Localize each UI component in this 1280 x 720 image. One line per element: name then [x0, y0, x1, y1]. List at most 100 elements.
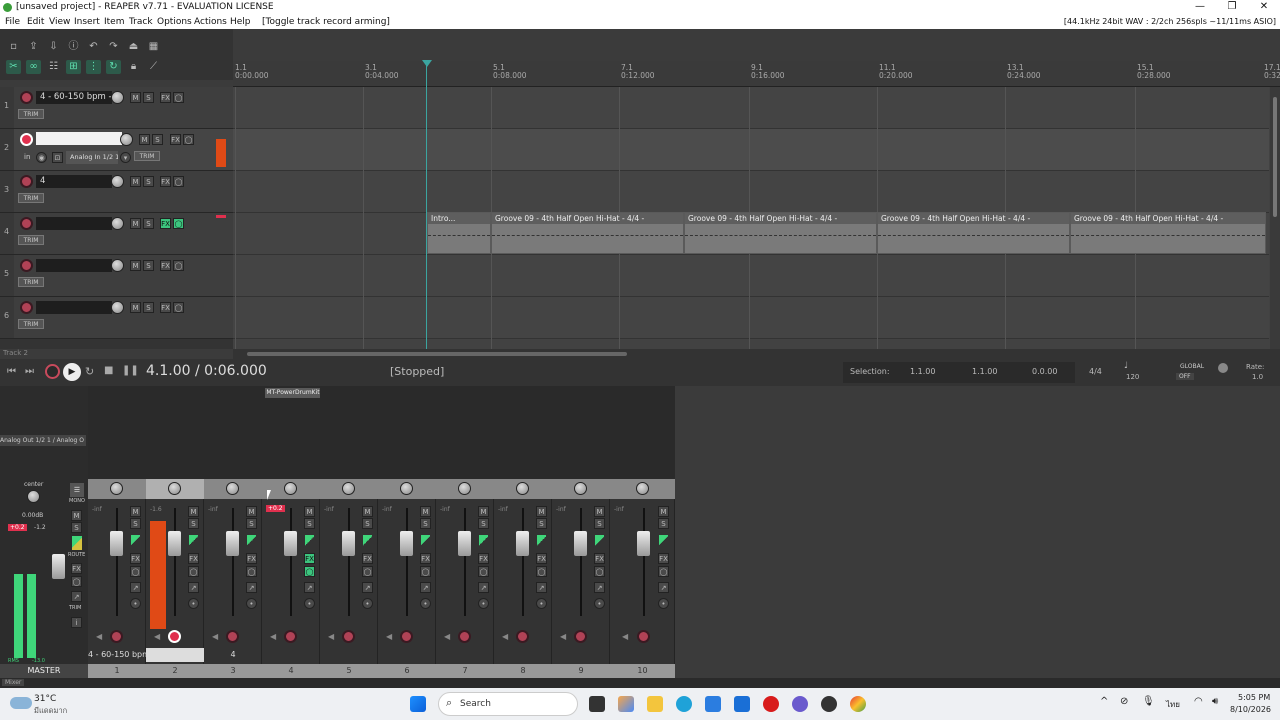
phase-icon[interactable]: •: [658, 598, 669, 609]
menu-actions[interactable]: Actions: [194, 17, 227, 27]
fx-button[interactable]: FX: [160, 218, 171, 229]
route-button[interactable]: ROUTE: [68, 552, 85, 558]
env-icon[interactable]: ↗: [478, 582, 489, 593]
store-icon[interactable]: [705, 696, 721, 712]
time-display[interactable]: 4.1.00 / 0:06.000: [146, 363, 267, 379]
solo-button[interactable]: S: [362, 518, 373, 529]
input-fx-icon[interactable]: ⊡: [52, 152, 63, 163]
record-app-icon[interactable]: [763, 696, 779, 712]
env-icon[interactable]: ↗: [130, 582, 141, 593]
trim-button[interactable]: TRIM: [18, 193, 44, 203]
volume-fader[interactable]: [637, 531, 650, 556]
master-output[interactable]: Analog Out 1/2 1 / Analog O: [0, 435, 86, 446]
speaker-icon[interactable]: ◀: [444, 632, 450, 641]
go-to-start-icon[interactable]: ⏮: [7, 366, 16, 377]
redo-icon[interactable]: ↷: [106, 40, 121, 54]
pan-knob[interactable]: [574, 482, 587, 495]
fx-button[interactable]: FX: [536, 553, 547, 564]
fx-bypass-icon[interactable]: ◯: [130, 566, 141, 577]
go-to-end-icon[interactable]: ⏭: [25, 366, 34, 377]
fx-button[interactable]: FX: [478, 553, 489, 564]
record-arm-icon[interactable]: [284, 630, 297, 643]
fx-bypass-icon[interactable]: ◯: [658, 566, 669, 577]
record-arm-icon[interactable]: [458, 630, 471, 643]
discord-icon[interactable]: [792, 696, 808, 712]
ripple-edit-icon[interactable]: ✂: [6, 60, 21, 74]
volume-knob[interactable]: [111, 301, 124, 314]
solo-button[interactable]: S: [143, 302, 154, 313]
global-automation-state[interactable]: OFF: [1176, 373, 1194, 380]
fx-bypass-icon[interactable]: ◯: [173, 92, 184, 103]
pan-knob[interactable]: [400, 482, 413, 495]
speaker-icon[interactable]: ◀: [328, 632, 334, 641]
env-icon[interactable]: ↗: [362, 582, 373, 593]
solo-button[interactable]: S: [536, 518, 547, 529]
env-icon[interactable]: ↗: [246, 582, 257, 593]
horizontal-scrollbar[interactable]: [233, 349, 1280, 359]
pan-knob[interactable]: [284, 482, 297, 495]
fx-button[interactable]: FX: [160, 260, 171, 271]
mute-button[interactable]: M: [130, 92, 141, 103]
metronome-icon[interactable]: ⏏: [126, 40, 141, 54]
record-arm-icon[interactable]: [20, 259, 33, 272]
speaker-icon[interactable]: ◀: [622, 632, 628, 641]
mute-button[interactable]: M: [420, 506, 431, 517]
record-button[interactable]: [45, 364, 60, 379]
fx-button[interactable]: FX: [130, 553, 141, 564]
item-grouping-icon[interactable]: ∞: [26, 60, 41, 74]
track-name[interactable]: 4 - 60-150 bpm - S: [36, 91, 112, 104]
mute-button[interactable]: M: [362, 506, 373, 517]
mute-button[interactable]: M: [594, 506, 605, 517]
rate-value[interactable]: 1.0: [1252, 373, 1263, 381]
master-peak-left[interactable]: +0.2: [8, 524, 27, 531]
fx-button[interactable]: FX: [246, 553, 257, 564]
fx-button[interactable]: FX: [160, 302, 171, 313]
menu-help[interactable]: Help: [230, 17, 251, 27]
solo-button[interactable]: S: [188, 518, 199, 529]
track-name[interactable]: [36, 259, 112, 272]
record-arm-icon[interactable]: [20, 217, 33, 230]
record-arm-icon[interactable]: [20, 301, 33, 314]
pan-knob[interactable]: [226, 482, 239, 495]
scrollbar-thumb[interactable]: [247, 352, 627, 356]
microphone-icon[interactable]: 🎙︎: [1142, 696, 1155, 707]
master-mute-button[interactable]: M: [71, 510, 82, 521]
trim-button[interactable]: TRIM: [18, 109, 44, 119]
fx-slot[interactable]: MT-PowerDrumKit: [265, 388, 321, 398]
fx-button[interactable]: FX: [160, 92, 171, 103]
mute-button[interactable]: M: [304, 506, 315, 517]
record-arm-icon[interactable]: [637, 630, 650, 643]
media-item[interactable]: Groove 09 - 4th Half Open Hi-Hat - 4/4 -: [684, 212, 877, 254]
volume-icon[interactable]: 🔊︎: [1212, 696, 1218, 707]
mute-button[interactable]: M: [130, 506, 141, 517]
track-1[interactable]: 1 4 - 60-150 bpm - S M S FX ◯ TRIM: [0, 87, 233, 129]
envelope-lock-icon[interactable]: ☷: [46, 60, 61, 74]
speaker-icon[interactable]: ◀: [212, 632, 218, 641]
monitor-icon[interactable]: ◉: [36, 152, 47, 163]
master-fx-button[interactable]: FX: [71, 563, 82, 574]
lock-icon[interactable]: 🔒︎: [126, 60, 141, 74]
solo-button[interactable]: S: [658, 518, 669, 529]
phase-icon[interactable]: •: [246, 598, 257, 609]
phase-icon[interactable]: •: [304, 598, 315, 609]
fx-button[interactable]: FX: [362, 553, 373, 564]
track-4[interactable]: 4 M S FX ◯ TRIM: [0, 213, 233, 255]
record-arm-icon[interactable]: [342, 630, 355, 643]
mute-button[interactable]: M: [130, 260, 141, 271]
master-pan-knob[interactable]: [27, 490, 40, 503]
tempo-value[interactable]: 120: [1126, 373, 1139, 381]
start-icon[interactable]: [410, 696, 426, 712]
new-project-icon[interactable]: ▫: [6, 40, 21, 54]
master-info-icon[interactable]: i: [71, 617, 82, 628]
fx-bypass-icon[interactable]: ◯: [304, 566, 315, 577]
vertical-scrollbar[interactable]: [1270, 87, 1280, 349]
track-5[interactable]: 5 M S FX ◯ TRIM: [0, 255, 233, 297]
audio-status[interactable]: [44.1kHz 24bit WAV : 2/2ch 256spls ~11/1…: [1064, 17, 1276, 26]
fx-button[interactable]: FX: [658, 553, 669, 564]
fx-button[interactable]: FX: [304, 553, 315, 564]
fx-button[interactable]: FX: [160, 176, 171, 187]
fx-bypass-icon[interactable]: ◯: [188, 566, 199, 577]
mute-button[interactable]: M: [536, 506, 547, 517]
trim-button[interactable]: TRIM: [134, 151, 160, 161]
phase-icon[interactable]: •: [420, 598, 431, 609]
